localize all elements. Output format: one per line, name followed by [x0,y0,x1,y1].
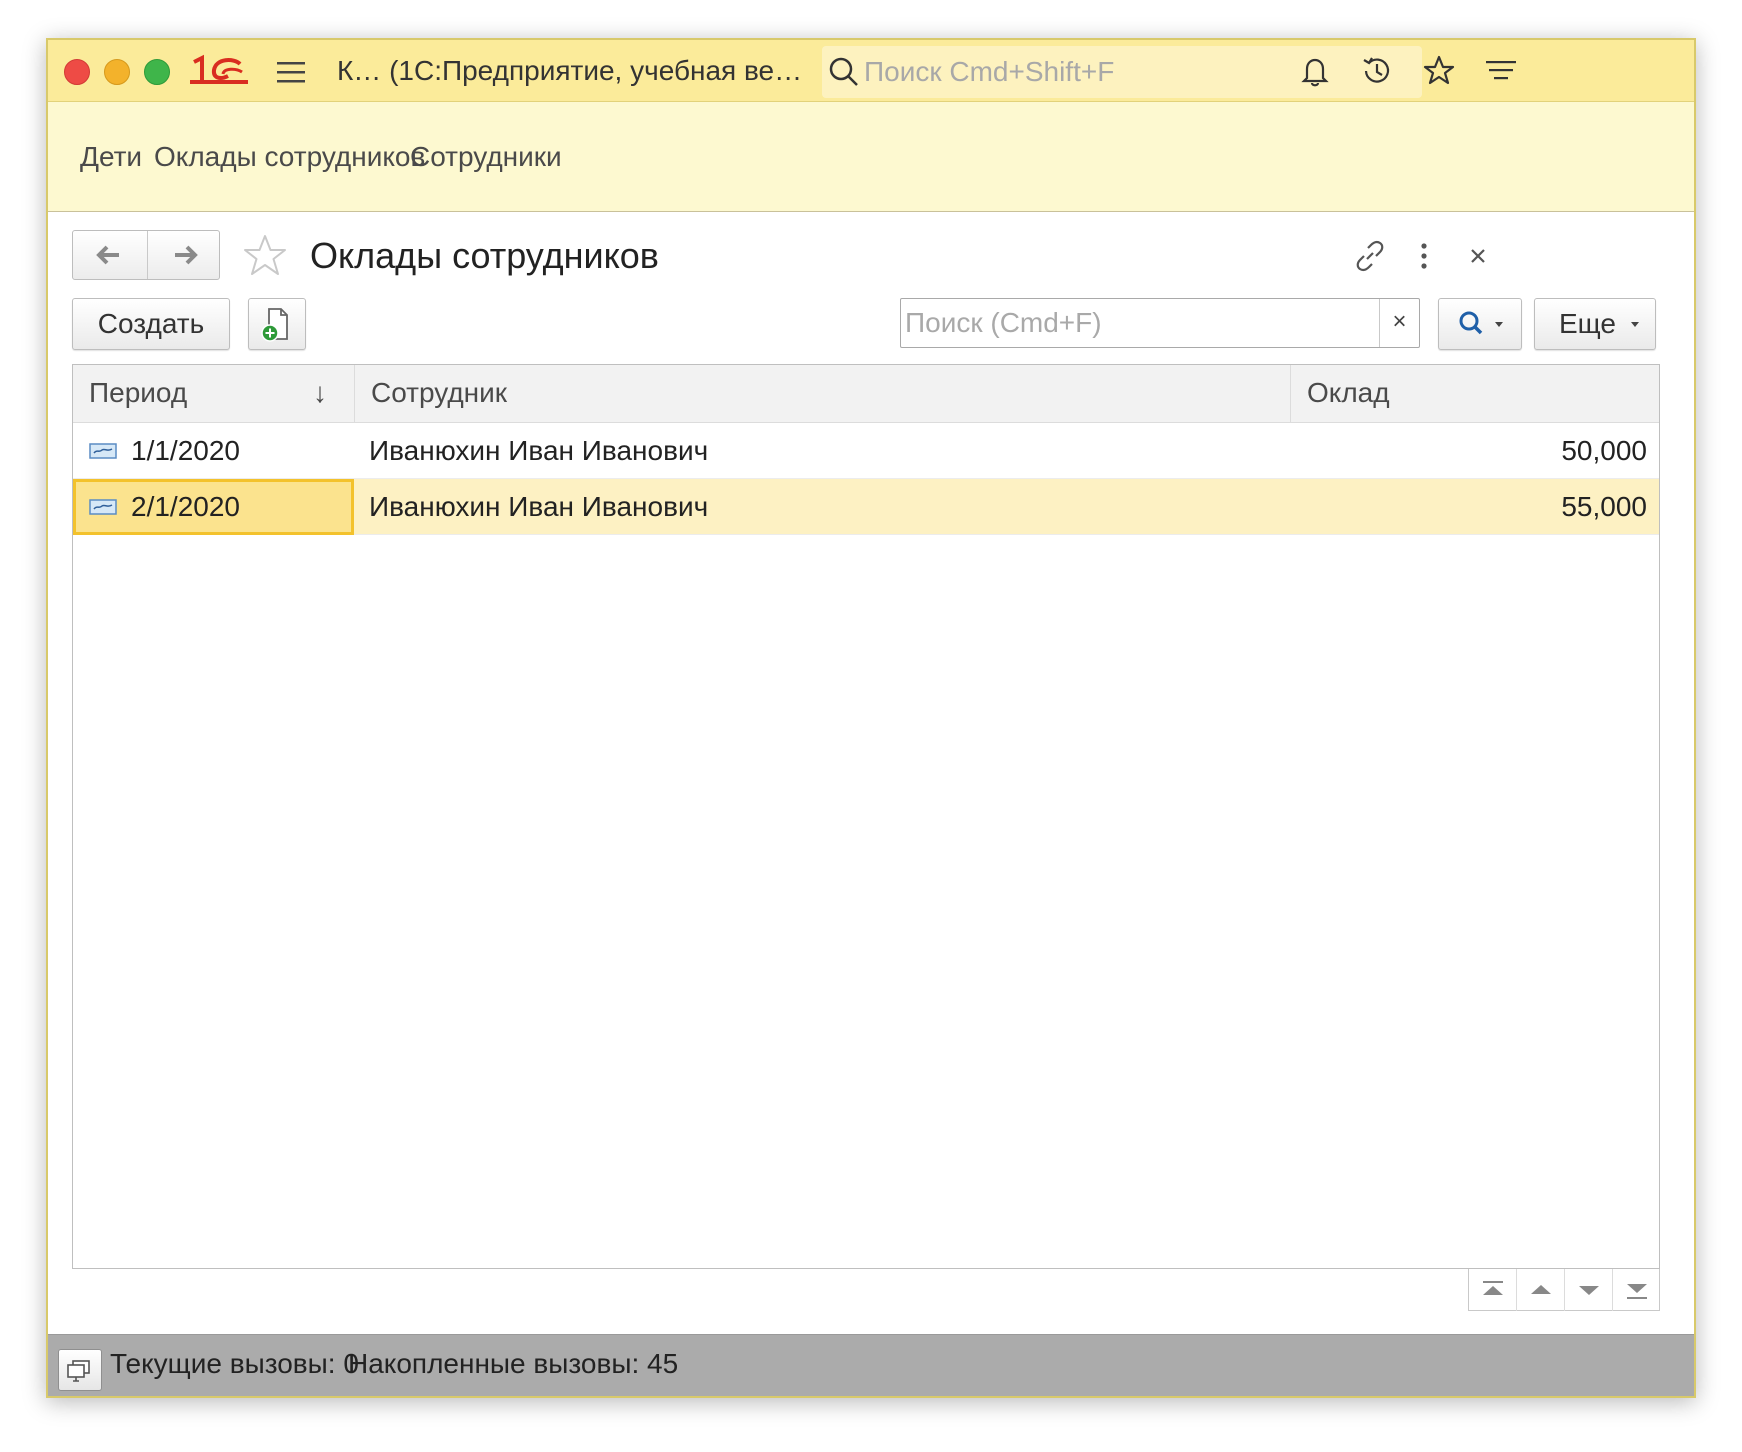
sort-descending-icon: ↓ [313,377,327,408]
table-header: Период ↓ Сотрудник Оклад [73,365,1659,423]
navigation-buttons [72,230,220,280]
register-record-icon [89,443,117,459]
cell-salary[interactable]: 50,000 [1291,423,1647,479]
close-form-icon[interactable] [1458,236,1498,276]
search-icon [829,57,858,86]
list-scroll-buttons [1468,1269,1660,1311]
cell-period[interactable]: 2/1/2020 [73,479,354,535]
close-window-button[interactable] [64,59,90,85]
zoom-window-button[interactable] [144,59,170,85]
salaries-table: Период ↓ Сотрудник Оклад 1/1/2020 Иванюх… [72,364,1660,1269]
app-window: К… (1С:Предприятие, учебная ве… Поиск Cm… [46,38,1696,1398]
functions-menu-icon[interactable] [1482,52,1520,90]
sections-panel: Дети Оклады сотрудников Сотрудники [48,102,1694,212]
more-actions-kebab-icon[interactable] [1404,236,1444,276]
scroll-up-button[interactable] [1517,1269,1565,1311]
global-search-placeholder: Поиск Cmd+Shift+F [864,56,1115,87]
more-button-label: Еще [1559,308,1616,339]
chevron-down-icon [1579,1286,1599,1295]
accumulated-calls-text: Накопленные вызовы: 45 [348,1348,679,1379]
period-value: 2/1/2020 [131,491,240,522]
arrow-left-icon [96,245,119,265]
title-bar: К… (1С:Предприятие, учебная ве… Поиск Cm… [48,40,1694,102]
create-button[interactable]: Создать [72,298,230,350]
status-bar: Текущие вызовы: 0 Накопленные вызовы: 45 [48,1334,1694,1396]
scroll-down-button[interactable] [1565,1269,1613,1311]
scroll-to-last-button[interactable] [1613,1269,1661,1311]
column-header-period-label: Период [89,377,188,408]
monitor-icon [67,1360,90,1382]
period-value: 1/1/2020 [131,435,240,466]
column-header-period[interactable]: Период ↓ [73,365,355,423]
section-link-employees[interactable]: Сотрудники [410,140,562,174]
cell-employee[interactable]: Иванюхин Иван Иванович [369,423,708,479]
form-title: Оклады сотрудников [310,235,659,276]
history-icon[interactable] [1358,52,1396,90]
arrow-right-icon [175,245,198,265]
app-title: К… (1С:Предприятие, учебная ве… [337,55,803,86]
clear-search-button[interactable]: × [1379,299,1419,347]
section-link-salaries[interactable]: Оклады сотрудников [154,140,425,174]
search-options-button[interactable] [1438,298,1522,350]
forward-button[interactable] [147,231,221,279]
cell-period[interactable]: 1/1/2020 [73,423,355,479]
more-button[interactable]: Еще [1534,298,1656,350]
performance-monitor-button[interactable] [58,1349,102,1391]
chevron-up-icon [1531,1285,1551,1294]
notifications-bell-icon[interactable] [1296,52,1334,90]
last-page-icon [1627,1284,1647,1299]
column-header-employee-label: Сотрудник [371,377,508,408]
first-page-icon [1483,1281,1503,1295]
copy-record-button[interactable] [248,298,306,350]
cell-employee[interactable]: Иванюхин Иван Иванович [369,479,708,535]
chevron-down-icon [1631,322,1639,327]
column-header-employee[interactable]: Сотрудник [355,365,1291,423]
column-header-salary-label: Оклад [1307,377,1390,408]
back-button[interactable] [73,231,147,279]
main-menu-icon[interactable] [276,60,306,84]
table-row[interactable]: 1/1/2020 Иванюхин Иван Иванович 50,000 [73,423,1659,479]
list-search-placeholder: Поиск (Cmd+F) [905,307,1102,338]
current-calls-text: Текущие вызовы: 0 [110,1348,359,1379]
minimize-window-button[interactable] [104,59,130,85]
register-record-icon [89,499,117,515]
table-row[interactable]: 2/1/2020 Иванюхин Иван Иванович 55,000 [73,479,1659,535]
scroll-to-first-button[interactable] [1469,1269,1517,1311]
section-link-children[interactable]: Дети [80,140,142,174]
add-to-favorites-star-icon[interactable] [240,232,290,282]
search-dropdown-icon [1459,311,1503,335]
1c-logo-icon[interactable] [190,54,252,88]
link-icon[interactable] [1350,236,1390,276]
column-header-salary[interactable]: Оклад [1291,365,1661,423]
add-document-icon [261,308,288,342]
cell-salary[interactable]: 55,000 [1291,479,1647,535]
list-search-input[interactable]: Поиск (Cmd+F) × [900,298,1420,348]
favorites-star-icon[interactable] [1420,52,1458,90]
